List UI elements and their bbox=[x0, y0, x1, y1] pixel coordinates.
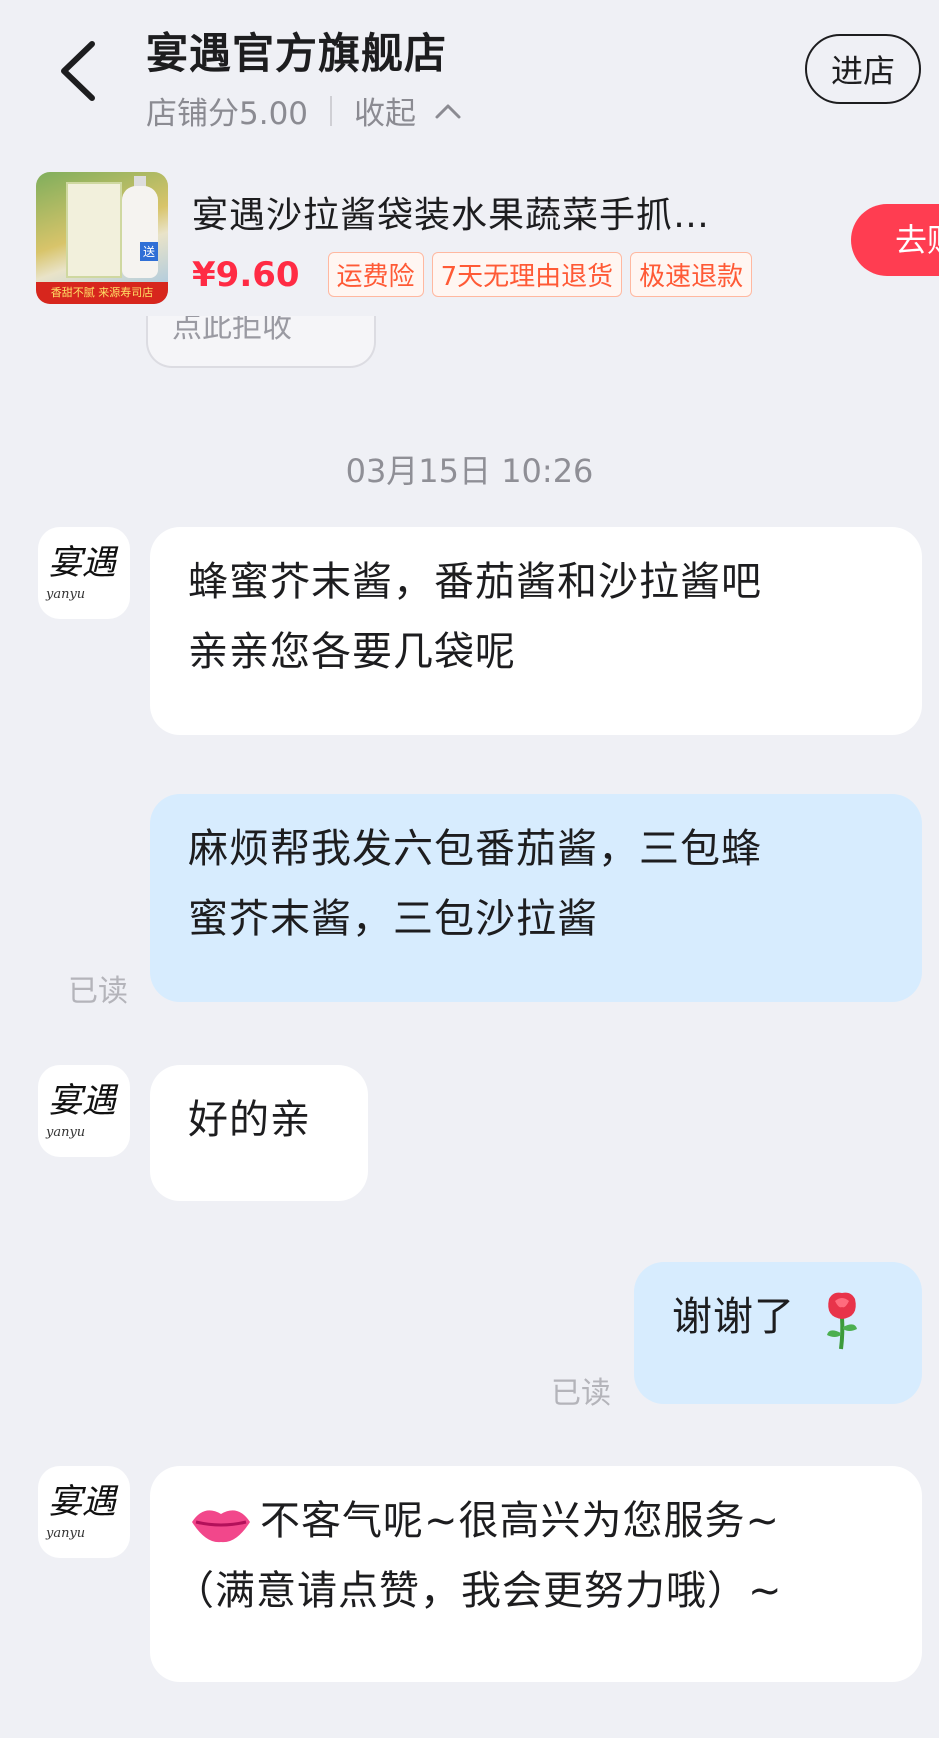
rose-icon bbox=[826, 1292, 857, 1350]
avatar-logo-en: yanyu bbox=[46, 1526, 86, 1541]
message-bubble-incoming[interactable]: 好的亲 bbox=[150, 1065, 368, 1201]
chevron-up-icon bbox=[435, 104, 461, 118]
read-status: 已读 bbox=[551, 1376, 611, 1411]
gift-badge: 送 bbox=[139, 242, 158, 261]
reject-hint-pill[interactable]: 点此拒收 bbox=[146, 316, 376, 368]
message-line: 亲亲您各要几袋呢 bbox=[188, 629, 516, 675]
product-price: ¥9.60 bbox=[192, 254, 300, 295]
tag-fast-refund: 极速退款 bbox=[630, 252, 753, 297]
avatar-logo-en: yanyu bbox=[46, 587, 86, 602]
collapse-toggle[interactable]: 收起 bbox=[354, 88, 462, 133]
tag-7day-return: 7天无理由退货 bbox=[431, 252, 623, 297]
shop-score: 店铺分5.00 bbox=[146, 96, 309, 132]
read-status: 已读 bbox=[68, 974, 128, 1009]
message-line: （满意请点赞，我会更努力哦）~ bbox=[174, 1568, 783, 1614]
buy-button[interactable]: 去购买 bbox=[851, 204, 939, 276]
reject-hint-label: 点此拒收 bbox=[172, 316, 292, 345]
product-package-graphic bbox=[66, 182, 122, 278]
collapse-label: 收起 bbox=[354, 96, 417, 132]
lips-icon bbox=[192, 1510, 250, 1543]
shop-avatar[interactable]: 宴遇 yanyu bbox=[38, 1065, 130, 1157]
message-bubble-incoming[interactable]: 蜂蜜芥末酱，番茄酱和沙拉酱吧 亲亲您各要几袋呢 bbox=[150, 527, 922, 735]
shop-subinfo: 店铺分5.00 收起 bbox=[146, 88, 462, 133]
shop-name[interactable]: 宴遇官方旗舰店 bbox=[146, 20, 447, 81]
message-line: 蜂蜜芥末酱，番茄酱和沙拉酱吧 bbox=[188, 559, 762, 605]
bottle-graphic bbox=[122, 186, 158, 278]
shop-avatar[interactable]: 宴遇 yanyu bbox=[38, 527, 130, 619]
avatar-logo-cn: 宴遇 bbox=[48, 543, 116, 583]
message-line-with-emoji: 不客气呢~很高兴为您服务~ bbox=[188, 1486, 884, 1556]
chevron-left-icon bbox=[61, 41, 95, 101]
enter-shop-button[interactable]: 进店 bbox=[805, 34, 921, 104]
message-line: 麻烦帮我发六包番茄酱，三包蜂 bbox=[188, 826, 762, 872]
chat-timestamp: 03月15日 10:26 bbox=[345, 452, 594, 490]
back-button[interactable] bbox=[52, 36, 108, 106]
avatar-logo-en: yanyu bbox=[46, 1125, 86, 1140]
message-line: 好的亲 bbox=[188, 1097, 311, 1143]
shop-avatar[interactable]: 宴遇 yanyu bbox=[38, 1466, 130, 1558]
message-line: 不客气呢~很高兴为您服务~ bbox=[260, 1498, 781, 1544]
tag-shipping-insurance: 运费险 bbox=[327, 252, 424, 297]
chat-header: 宴遇官方旗舰店 店铺分5.00 收起 进店 bbox=[0, 0, 939, 160]
message-bubble-incoming[interactable]: 不客气呢~很高兴为您服务~ （满意请点赞，我会更努力哦）~ bbox=[150, 1466, 922, 1682]
product-card[interactable]: 送 香甜不腻 来源寿司店 宴遇沙拉酱袋装水果蔬菜手抓… ¥9.60 运费险 7天… bbox=[0, 160, 939, 316]
message-line: 谢谢了 bbox=[672, 1294, 795, 1340]
message-bubble-outgoing[interactable]: 麻烦帮我发六包番茄酱，三包蜂 蜜芥末酱，三包沙拉酱 bbox=[150, 794, 922, 1002]
product-thumbnail[interactable]: 送 香甜不腻 来源寿司店 bbox=[36, 172, 168, 304]
price-row: ¥9.60 运费险 7天无理由退货 极速退款 bbox=[192, 252, 760, 297]
thumbnail-strip: 香甜不腻 来源寿司店 bbox=[36, 282, 168, 304]
message-bubble-outgoing[interactable]: 谢谢了 bbox=[634, 1262, 922, 1404]
message-line: 蜜芥末酱，三包沙拉酱 bbox=[188, 896, 598, 942]
product-title[interactable]: 宴遇沙拉酱袋装水果蔬菜手抓… bbox=[192, 186, 792, 238]
divider bbox=[330, 95, 333, 126]
avatar-logo-cn: 宴遇 bbox=[48, 1482, 116, 1522]
avatar-logo-cn: 宴遇 bbox=[48, 1081, 116, 1121]
